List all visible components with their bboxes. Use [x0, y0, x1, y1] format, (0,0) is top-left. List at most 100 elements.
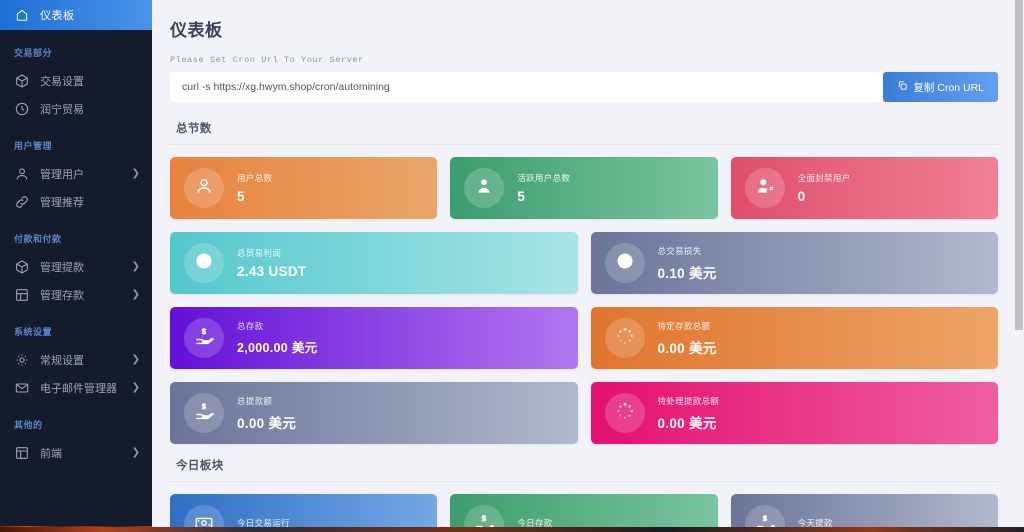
- mail-icon: [14, 380, 30, 396]
- stat-card-icon-bubble: [184, 168, 224, 208]
- coin-icon: B: [615, 251, 635, 276]
- stat-card-icon-bubble: [184, 318, 224, 358]
- stat-card-title: 总提款额: [237, 395, 296, 407]
- stat-card-value: 5: [517, 189, 570, 204]
- stat-card-title: 用户总数: [237, 172, 272, 184]
- sidebar-item-2-0[interactable]: 管理提款❯: [0, 253, 152, 281]
- link-icon: [14, 194, 30, 210]
- stat-card-title: 待定存款总额: [658, 320, 717, 332]
- hand-cash-icon: [194, 326, 214, 351]
- sidebar-item-0-1[interactable]: 润宁贸易: [0, 95, 152, 123]
- sidebar-group-title: 其他的: [0, 418, 152, 431]
- sidebar-item-0-0[interactable]: 交易设置: [0, 67, 152, 95]
- stat-card-0-3-1[interactable]: 待处理提款总额 0.00 美元: [591, 382, 999, 444]
- stat-card-0-0-2[interactable]: 全面封禁用户 0: [731, 157, 998, 219]
- sidebar: 仪表板 交易部分交易设置润宁贸易用户管理管理用户❯管理推荐付款和付款管理提款❯管…: [0, 0, 152, 532]
- stat-card-icon-bubble: B: [184, 243, 224, 283]
- sidebar-item-label: 管理存款: [40, 287, 132, 303]
- clock-icon: [14, 101, 30, 117]
- box-icon: [14, 73, 30, 89]
- coin-icon: B: [194, 251, 214, 276]
- chevron-right-icon: ❯: [132, 262, 140, 272]
- stat-card-value: 0.00 美元: [658, 412, 720, 432]
- sidebar-group-title: 付款和付款: [0, 232, 152, 245]
- stat-card-icon-bubble: [605, 393, 645, 433]
- sidebar-item-label: 管理用户: [40, 166, 132, 182]
- stat-card-value: 0.00 美元: [237, 412, 296, 432]
- sidebar-item-label: 交易设置: [40, 73, 140, 89]
- copy-icon: [897, 80, 908, 94]
- table-icon: [14, 287, 30, 303]
- stat-card-title: 活跃用户总数: [517, 172, 570, 184]
- stat-card-0-2-1[interactable]: 待定存款总额 0.00 美元: [591, 307, 999, 369]
- copy-cron-url-button[interactable]: 复制 Cron URL: [883, 72, 998, 102]
- sidebar-item-2-1[interactable]: 管理存款❯: [0, 281, 152, 309]
- card-row: B总贸易利润2.43 USDTB总交易损失0.10 美元: [170, 232, 998, 294]
- hand-cash-icon: [194, 401, 214, 426]
- page-title: 仪表板: [170, 16, 998, 41]
- stat-card-0-3-0[interactable]: 总提款额 0.00 美元: [170, 382, 578, 444]
- stat-card-value: 5: [237, 189, 272, 204]
- card-row: 总存款 2,000.00 美元 待定存款总额 0.00 美元: [170, 307, 998, 369]
- user-group-icon: [474, 176, 494, 201]
- copy-cron-url-label: 复制 Cron URL: [913, 80, 984, 95]
- chevron-right-icon: ❯: [132, 383, 140, 393]
- stat-card-0-0-1[interactable]: 活跃用户总数 5: [450, 157, 717, 219]
- stat-card-0-1-1[interactable]: B 总交易损失 0.10 美元: [591, 232, 999, 294]
- card-row: 总提款额 0.00 美元 待处理提款总额 0.00 美元: [170, 382, 998, 444]
- gear-icon: [14, 352, 30, 368]
- svg-text:B: B: [621, 256, 627, 266]
- sidebar-item-label: 仪表板: [40, 7, 75, 23]
- sidebar-item-4-0[interactable]: 前端❯: [0, 439, 152, 467]
- stat-card-0-2-0[interactable]: 总存款 2,000.00 美元: [170, 307, 578, 369]
- spinner-icon: [615, 401, 635, 426]
- card-row: 用户总数 5 活跃用户总数 5 全面封禁用户 0: [170, 157, 998, 219]
- scrollbar-thumb[interactable]: [1015, 0, 1023, 330]
- app-window: 仪表板 交易部分交易设置润宁贸易用户管理管理用户❯管理推荐付款和付款管理提款❯管…: [0, 0, 1024, 532]
- sidebar-item-label: 润宁贸易: [40, 101, 140, 117]
- layout-icon: [14, 445, 30, 461]
- stat-card-icon-bubble: [184, 393, 224, 433]
- cron-url-row: 复制 Cron URL: [170, 72, 998, 102]
- sidebar-item-label: 电子邮件管理器: [40, 380, 132, 396]
- stat-card-icon-bubble: [464, 168, 504, 208]
- sidebar-group-title: 用户管理: [0, 139, 152, 152]
- chevron-right-icon: ❯: [132, 355, 140, 365]
- chevron-right-icon: ❯: [132, 290, 140, 300]
- stat-card-title: 总交易损失: [658, 245, 717, 257]
- stat-card-title: 待处理提款总额: [658, 395, 720, 407]
- stat-card-0-0-0[interactable]: 用户总数 5: [170, 157, 437, 219]
- chevron-right-icon: ❯: [132, 169, 140, 179]
- stat-card-icon-bubble: [745, 168, 785, 208]
- user-icon: [14, 166, 30, 182]
- sidebar-item-label: 管理提款: [40, 259, 132, 275]
- sidebar-item-dashboard[interactable]: 仪表板: [0, 0, 152, 30]
- dashboard-sections: 总节数用户总数5活跃用户总数5全面封禁用户0B总贸易利润2.43 USDTB总交…: [170, 120, 998, 532]
- desktop-taskbar: [0, 527, 1024, 532]
- sidebar-item-label: 常规设置: [40, 352, 132, 368]
- sidebar-item-1-0[interactable]: 管理用户❯: [0, 160, 152, 188]
- stat-card-value: 2,000.00 美元: [237, 337, 317, 356]
- stat-card-icon-bubble: [605, 318, 645, 358]
- spinner-icon: [615, 326, 635, 351]
- sidebar-item-1-1[interactable]: 管理推荐: [0, 188, 152, 216]
- cron-url-input[interactable]: [170, 72, 885, 102]
- stat-card-value: 0.00 美元: [658, 337, 717, 357]
- svg-text:B: B: [201, 256, 207, 266]
- stat-card-0-1-0[interactable]: B总贸易利润2.43 USDT: [170, 232, 578, 294]
- stat-card-value: 0.10 美元: [658, 262, 717, 282]
- stat-card-title: 全面封禁用户: [798, 172, 851, 184]
- sidebar-group-title: 系统设置: [0, 325, 152, 338]
- vertical-scrollbar[interactable]: [1014, 0, 1024, 532]
- box-icon: [14, 259, 30, 275]
- section-divider: [170, 481, 998, 482]
- stat-card-title: 总存款: [237, 320, 317, 332]
- sidebar-item-label: 前端: [40, 445, 132, 461]
- chevron-right-icon: ❯: [132, 448, 140, 458]
- stat-card-value: 0: [798, 189, 851, 204]
- sidebar-item-3-1[interactable]: 电子邮件管理器❯: [0, 374, 152, 402]
- section-header-1: 今日板块: [170, 457, 998, 473]
- stat-card-value: 2.43 USDT: [237, 264, 306, 279]
- sidebar-item-3-0[interactable]: 常规设置❯: [0, 346, 152, 374]
- sidebar-group-title: 交易部分: [0, 46, 152, 59]
